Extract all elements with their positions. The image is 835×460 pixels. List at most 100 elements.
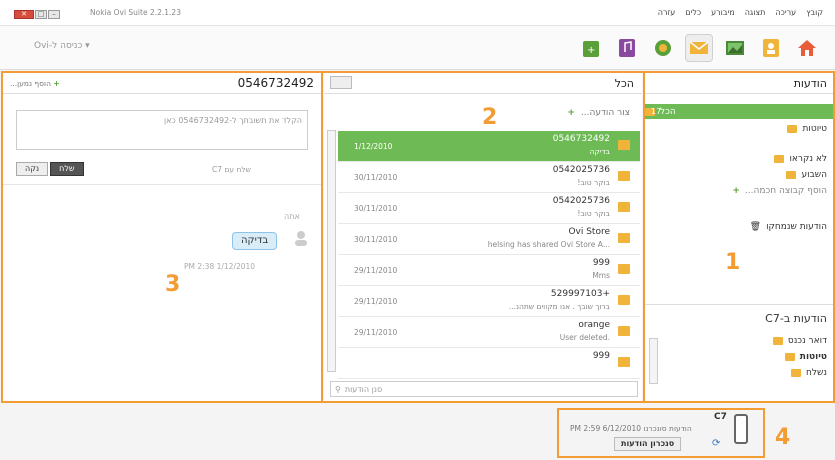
view-toggle[interactable] [330,76,352,89]
window-controls: ✕ □ – [14,10,60,19]
folder-label: הודעות שנמחקו [766,222,827,232]
message-preview: ברוך שובך . אנו מקווים שתהנ... [508,302,610,311]
minimize-button[interactable]: – [48,10,60,19]
folder-this-week[interactable]: השבוע [786,168,827,182]
message-sender: 0542025736 [552,196,610,206]
music-icon[interactable] [613,34,641,62]
message-icon [618,140,630,150]
menu-help[interactable]: עזרה [658,8,676,17]
message-icon [618,233,630,243]
folder-icon [772,337,783,345]
folder-unread[interactable]: לא נקראו [774,152,827,166]
message-time: PM 2:38 1/12/2010 [184,262,256,271]
avatar [294,230,308,246]
send-button[interactable]: שלח [50,162,84,176]
ovi-suite-window: ✕ □ – Nokia Ovi Suite 2.2.1.23 קובץ עריכ… [0,0,835,460]
plus-icon: + [567,108,575,118]
maps-icon[interactable] [649,34,677,62]
message-row[interactable]: 999 Mms 29/11/2010 [338,255,640,286]
folder-label: טיוטות [802,124,827,134]
plus-icon: + [732,186,740,196]
message-sender: 0546732492 [552,134,610,144]
message-row[interactable]: 0542025736 בוקר טוב! 30/11/2010 [338,193,640,224]
menu-file[interactable]: קובץ [806,8,823,17]
message-icon [618,357,630,367]
add-recipient-link[interactable]: + הוסף נמען... [10,79,60,88]
message-date: 29/11/2010 [354,266,398,275]
message-icon [618,202,630,212]
message-preview: Mms [592,271,610,280]
menu-edit[interactable]: עריכה [775,8,796,17]
message-date: 29/11/2010 [354,297,398,306]
search-icon: ⚲ [335,384,341,394]
menu-bar: קובץ עריכה תצוגה מיבורע כלים עזרה [658,8,823,17]
list-scrollbar[interactable] [327,130,336,372]
message-row[interactable]: 529997103+ ברוך שובך . אנו מקווים שתהנ...… [338,286,640,317]
search-input[interactable]: ⚲ סנן הודעות [330,381,638,397]
message-icon [618,171,630,181]
ovi-login[interactable]: ▾ כניסה ל-Ovi [34,41,90,51]
add-smart-group[interactable]: + הוסף קבוצה חכמה... [732,184,827,198]
message-row[interactable]: Ovi Store ...helsing has shared Ovi Store… [338,224,640,255]
toolbar-icons: + [577,34,821,62]
photos-icon[interactable] [721,34,749,62]
divider [645,304,835,305]
folder-deleted[interactable]: 🗑 הודעות שנמחקו [750,220,827,234]
app-title: Nokia Ovi Suite 2.2.1.23 [90,8,181,17]
applications-icon[interactable]: + [577,34,605,62]
menu-view[interactable]: תצוגה [745,8,766,17]
folder-drafts[interactable]: טיוטות [787,122,827,136]
reply-buttons: נקה שלח [16,162,84,176]
folder-icon [786,171,797,179]
contacts-icon[interactable] [757,34,785,62]
device-drafts[interactable]: טיוטות [784,350,827,364]
home-icon[interactable] [793,34,821,62]
annotation-number-4: 4 [775,425,791,450]
folder-all[interactable]: הכל 17 [645,104,835,119]
folder-label: הכל [660,106,676,117]
messages-icon[interactable] [685,34,713,62]
device-name: C7 [714,412,727,422]
send-with-device: שלח עם C7 [212,165,251,174]
message-sender: orange [578,320,610,330]
menu-organize[interactable]: מיבורע [711,8,735,17]
message-row[interactable]: 0546732492 בדיקה 1/12/2010 [338,131,640,162]
folder-label: דואר נכנס [787,336,827,346]
device-scrollbar[interactable] [649,338,658,384]
message-row[interactable]: 0542025736 בוקר טוב! 30/11/2010 [338,162,640,193]
message-date: 30/11/2010 [354,204,398,213]
compose-message[interactable]: + צור הודעה... [567,108,630,118]
maximize-button[interactable]: □ [35,10,47,19]
folder-label: טיוטות [799,352,827,362]
device-sent[interactable]: נשלח [791,366,827,380]
message-preview: בוקר טוב! [577,178,610,187]
folder-icon [791,369,802,377]
plus-icon: + [53,79,60,88]
title-bar: ✕ □ – Nokia Ovi Suite 2.2.1.23 קובץ עריכ… [0,0,835,26]
message-preview: ...helsing has shared Ovi Store A [487,240,610,249]
message-sender: 529997103+ [550,289,610,299]
device-inbox[interactable]: דואר נכנס [772,334,827,348]
message-preview: בדיקה [589,147,610,156]
message-row[interactable]: orange .User deleted 29/11/2010 [338,317,640,348]
reply-input[interactable]: הקלד את תשובתך ל-0546732492 כאן [16,110,308,150]
folder-label: נשלח [806,368,827,378]
clear-button[interactable]: נקה [16,162,49,176]
annotation-number-1: 1 [725,250,741,275]
device-status-panel: C7 הודעות סונכרנו 6/12/2010 PM 2:59 סנכר… [558,410,764,458]
divider [2,184,322,185]
list-title-text: הכל [614,77,634,90]
sync-messages-button[interactable]: סנכרון הודעות [614,437,682,451]
sender-label: אתה [284,212,300,221]
close-button[interactable]: ✕ [14,10,34,19]
trash-icon: 🗑 [749,222,762,232]
sync-icon: ⟳ [712,438,721,449]
folders-title: הודעות [645,72,835,94]
message-sender: 0542025736 [552,165,610,175]
menu-tools[interactable]: כלים [685,8,701,17]
message-sender: Ovi Store [568,227,610,237]
message-row[interactable]: 999 [338,348,640,379]
message-date: 30/11/2010 [354,235,398,244]
message-preview: .User deleted [559,333,610,342]
add-recipient-label: הוסף נמען... [10,79,51,88]
